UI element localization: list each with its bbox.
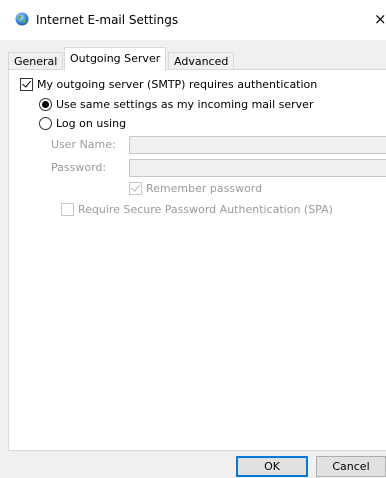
use-same-settings-radio[interactable] [39, 98, 52, 111]
remember-password-row[interactable]: Remember password [129, 182, 262, 195]
user-name-field[interactable] [129, 136, 386, 154]
requires-auth-label: My outgoing server (SMTP) requires authe… [37, 78, 318, 91]
tab-outgoing-server[interactable]: Outgoing Server [64, 47, 167, 71]
spa-checkbox[interactable] [61, 203, 74, 216]
spa-label: Require Secure Password Authentication (… [78, 203, 333, 216]
remember-password-label: Remember password [146, 182, 263, 195]
requires-auth-row[interactable]: My outgoing server (SMTP) requires authe… [20, 78, 317, 91]
use-same-settings-label: Use same settings as my incoming mail se… [56, 98, 314, 111]
tab-general[interactable]: General [8, 52, 64, 70]
window-title: Internet E-mail Settings [36, 13, 179, 27]
tab-advanced[interactable]: Advanced [168, 52, 235, 70]
requires-auth-checkbox[interactable] [20, 78, 33, 91]
cancel-button[interactable]: Cancel [316, 456, 386, 477]
close-button[interactable]: × [374, 10, 386, 28]
dialog-body: General Outgoing Server Advanced My outg… [0, 40, 386, 478]
log-on-using-label: Log on using [56, 117, 127, 130]
log-on-using-radio[interactable] [39, 117, 52, 130]
user-name-label: User Name: [51, 138, 116, 151]
use-same-settings-row[interactable]: Use same settings as my incoming mail se… [39, 98, 313, 111]
log-on-using-row[interactable]: Log on using [39, 117, 126, 130]
password-field[interactable] [129, 159, 386, 177]
remember-password-checkbox[interactable] [129, 182, 142, 195]
internet-email-settings-dialog: Internet E-mail Settings × General Outgo… [0, 0, 386, 478]
title-bar: Internet E-mail Settings × [0, 0, 386, 40]
globe-icon [15, 12, 29, 26]
spa-row[interactable]: Require Secure Password Authentication (… [61, 203, 333, 216]
outgoing-server-panel: My outgoing server (SMTP) requires authe… [8, 69, 386, 451]
tab-strip: General Outgoing Server Advanced [8, 46, 386, 71]
password-label: Password: [51, 161, 107, 174]
ok-button[interactable]: OK [236, 456, 308, 477]
